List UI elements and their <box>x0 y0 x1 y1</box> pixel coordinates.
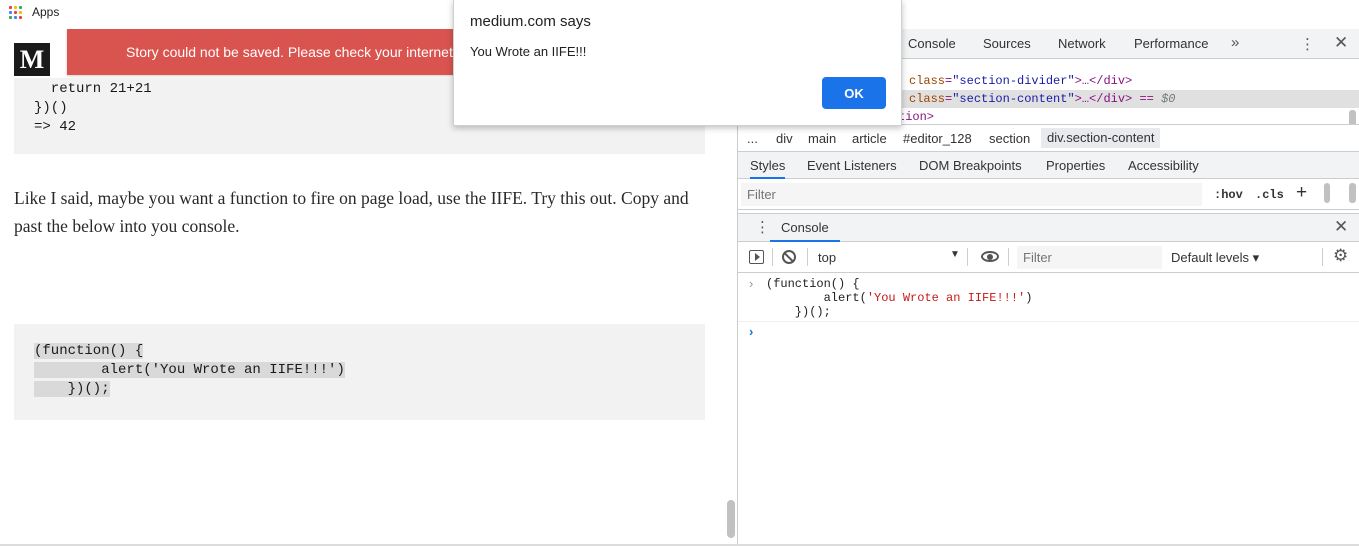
tab-event-listeners[interactable]: Event Listeners <box>807 158 897 173</box>
dom-breadcrumb: ... div main article #editor_128 section… <box>738 124 1359 152</box>
drawer-menu-icon[interactable]: ⋮ <box>755 218 770 236</box>
apps-grid-dot <box>19 15 22 19</box>
medium-logo[interactable]: M <box>14 43 50 76</box>
alert-dialog: medium.com says You Wrote an IIFE!!! OK <box>453 0 902 126</box>
console-code: (function() { alert('You Wrote an IIFE!!… <box>766 277 1033 319</box>
apps-grid-icon[interactable] <box>9 5 22 19</box>
show-sidebar-icon[interactable] <box>749 250 764 264</box>
attr-name: class <box>909 92 946 106</box>
tab-properties[interactable]: Properties <box>1046 158 1105 173</box>
hov-toggle[interactable]: :hov <box>1214 188 1243 202</box>
code-line: })(); <box>34 381 110 397</box>
toolbar-separator <box>967 248 968 266</box>
breadcrumb-item[interactable]: article <box>852 131 887 146</box>
breadcrumb-item[interactable]: #editor_128 <box>903 131 972 146</box>
clear-console-icon[interactable] <box>782 250 796 264</box>
styles-filter-bar: :hov .cls + <box>738 180 1359 210</box>
eye-icon[interactable] <box>981 251 999 262</box>
tab-console[interactable]: Console <box>908 36 956 51</box>
toolbar-separator <box>1008 248 1009 266</box>
new-rule-button[interactable]: + <box>1296 182 1307 204</box>
context-selector[interactable]: top <box>818 250 836 265</box>
tab-sources[interactable]: Sources <box>983 36 1031 51</box>
toolbar-separator <box>807 248 808 266</box>
dialog-title: medium.com says <box>470 13 591 30</box>
console-input-entry: › (function() { alert('You Wrote an IIFE… <box>738 274 1359 322</box>
tab-performance[interactable]: Performance <box>1134 36 1208 51</box>
code-line: (function() { <box>34 343 144 359</box>
console-output[interactable]: › (function() { alert('You Wrote an IIFE… <box>738 274 1359 544</box>
apps-grid-dot <box>14 5 17 9</box>
apps-grid-dot <box>14 10 17 14</box>
panel-scrollbar-thumb[interactable] <box>1349 183 1356 203</box>
tag-rest: >…</div> == <box>1074 92 1162 106</box>
breadcrumb-item[interactable]: section <box>989 131 1030 146</box>
code-block-iife: (function() { alert('You Wrote an IIFE!!… <box>14 324 705 420</box>
save-error-toast: Story could not be saved. Please check y… <box>67 29 467 75</box>
console-toolbar: top ▼ Default levels ▾ ⚙ <box>738 242 1359 273</box>
breadcrumb-item-active[interactable]: div.section-content <box>1041 128 1161 148</box>
attr-name: class <box>909 74 946 88</box>
toolbar-separator <box>1322 248 1323 266</box>
tab-accessibility[interactable]: Accessibility <box>1128 158 1199 173</box>
apps-grid-dot <box>19 5 22 9</box>
tab-network[interactable]: Network <box>1058 36 1106 51</box>
kebab-menu-icon[interactable]: ⋮ <box>1300 35 1315 53</box>
article-paragraph: Like I said, maybe you want a function t… <box>14 188 689 236</box>
apps-grid-dot <box>9 15 12 19</box>
apps-grid-dot <box>19 10 22 14</box>
gear-icon[interactable]: ⚙ <box>1333 246 1348 266</box>
log-levels-label: Default levels <box>1171 250 1250 265</box>
apps-grid-dot <box>9 10 12 14</box>
cls-toggle[interactable]: .cls <box>1255 188 1284 202</box>
input-chevron-icon: › <box>749 276 754 291</box>
styles-filter-input[interactable] <box>741 183 1202 206</box>
selected-marker: $0 <box>1161 92 1176 106</box>
attr-value: "section-divider" <box>952 74 1075 88</box>
drawer-header: ⋮ Console ✕ <box>738 213 1359 242</box>
page-scrollbar-thumb[interactable] <box>727 500 735 538</box>
tab-styles[interactable]: Styles <box>750 158 786 179</box>
apps-grid-dot <box>9 5 12 9</box>
toolbar-separator <box>772 248 773 266</box>
chevron-down-icon[interactable]: ▼ <box>950 249 960 260</box>
breadcrumb-item[interactable]: main <box>808 131 836 146</box>
tab-dom-breakpoints[interactable]: DOM Breakpoints <box>919 158 1022 173</box>
code-line: alert('You Wrote an IIFE!!!') <box>34 362 345 378</box>
apps-grid-dot <box>14 15 17 19</box>
close-devtools-icon[interactable]: ✕ <box>1334 33 1348 53</box>
console-filter-input[interactable] <box>1017 246 1162 269</box>
styles-scrollbar-thumb[interactable] <box>1324 183 1330 203</box>
double-chevron-icon[interactable]: » <box>1231 34 1239 51</box>
dialog-message: You Wrote an IIFE!!! <box>470 44 587 59</box>
log-levels-dropdown[interactable]: Default levels ▾ <box>1171 250 1259 266</box>
tag-rest: >…</div> <box>1074 74 1133 88</box>
console-prompt-icon[interactable]: › <box>749 324 753 339</box>
breadcrumb-item[interactable]: ... <box>747 131 758 146</box>
breadcrumb-item[interactable]: div <box>776 131 793 146</box>
tag-close: tion> <box>898 110 935 124</box>
attr-value: "section-content" <box>952 92 1075 106</box>
elements-scrollbar-thumb[interactable] <box>1349 110 1356 124</box>
ok-button[interactable]: OK <box>822 77 886 109</box>
close-drawer-icon[interactable]: ✕ <box>1334 217 1348 237</box>
tab-console-drawer[interactable]: Console <box>770 214 840 242</box>
styles-subtabs: Styles Event Listeners DOM Breakpoints P… <box>738 152 1359 179</box>
apps-bookmark-label[interactable]: Apps <box>32 5 59 19</box>
